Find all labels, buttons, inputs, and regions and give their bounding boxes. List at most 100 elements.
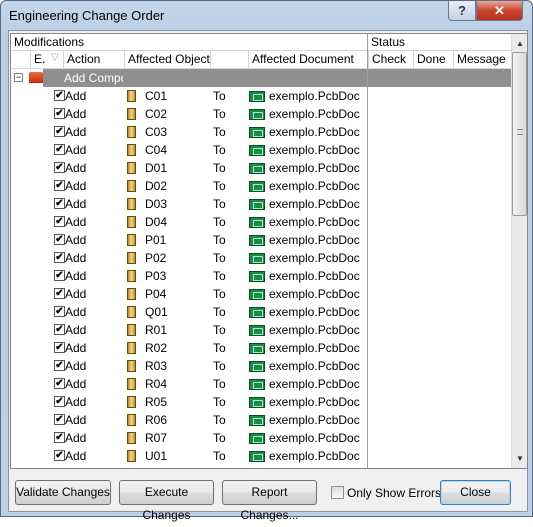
scrollbar-thumb[interactable] [512, 52, 527, 216]
sort-icon[interactable]: ▽ [51, 52, 59, 63]
enable-checkbox[interactable]: ✔ [54, 378, 65, 389]
action-cell: Add [65, 269, 87, 283]
table-row[interactable]: ✔ Add Q01 To exemplo.PcbDoc [11, 303, 511, 321]
only-show-errors-label: Only Show Errors [347, 486, 442, 500]
enable-checkbox[interactable]: ✔ [54, 90, 65, 101]
enable-checkbox[interactable]: ✔ [54, 108, 65, 119]
component-icon [127, 360, 136, 372]
document-cell: exemplo.PcbDoc [269, 287, 360, 301]
column-header-4[interactable]: Affected Document [248, 51, 367, 69]
relation-cell: To [213, 161, 226, 175]
action-cell: Add [65, 197, 87, 211]
relation-cell: To [213, 431, 226, 445]
dialog-client: Modifications Status E. Action Affected Ob… [8, 30, 528, 522]
table-row[interactable]: ✔ Add R01 To exemplo.PcbDoc [11, 321, 511, 339]
table-row[interactable]: ✔ Add C03 To exemplo.PcbDoc [11, 123, 511, 141]
pcb-document-icon [249, 217, 265, 228]
column-header-2[interactable]: Affected Object [124, 51, 210, 69]
table-row[interactable]: ✔ Add R04 To exemplo.PcbDoc [11, 375, 511, 393]
collapse-toggle[interactable]: − [14, 73, 23, 82]
relation-cell: To [213, 125, 226, 139]
scroll-up-arrow-icon[interactable]: ▲ [516, 39, 524, 48]
table-row[interactable]: ✔ Add P01 To exemplo.PcbDoc [11, 231, 511, 249]
execute-changes-button[interactable]: Execute Changes [119, 480, 214, 522]
only-show-errors-checkbox[interactable] [331, 486, 344, 499]
enable-checkbox[interactable]: ✔ [54, 162, 65, 173]
table-row[interactable]: ✔ Add C04 To exemplo.PcbDoc [11, 141, 511, 159]
table-row[interactable]: ✔ Add R06 To exemplo.PcbDoc [11, 411, 511, 429]
component-icon [127, 468, 136, 469]
enable-checkbox[interactable]: ✔ [54, 252, 65, 263]
column-header-3[interactable] [210, 51, 248, 69]
relation-cell: To [213, 449, 226, 463]
enable-checkbox[interactable]: ✔ [54, 288, 65, 299]
enable-checkbox[interactable]: ✔ [54, 180, 65, 191]
component-icon [127, 126, 136, 138]
pcb-document-icon [249, 361, 265, 372]
validate-changes-button[interactable]: Validate Changes [15, 480, 111, 505]
column-header-7[interactable]: Message [453, 51, 511, 69]
enable-checkbox[interactable]: ✔ [54, 396, 65, 407]
table-row[interactable]: ✔ Add P02 To exemplo.PcbDoc [11, 249, 511, 267]
component-icon [127, 90, 136, 102]
object-cell: U01 [145, 449, 168, 463]
enable-checkbox[interactable]: ✔ [54, 198, 65, 209]
pcb-document-icon [249, 325, 265, 336]
table-row[interactable]: ✔ Add C01 To exemplo.PcbDoc [11, 87, 511, 105]
help-button[interactable]: ? [448, 1, 476, 21]
enable-checkbox[interactable]: ✔ [54, 432, 65, 443]
enable-checkbox[interactable]: ✔ [54, 270, 65, 281]
table-row[interactable]: ✔ Add R05 To exemplo.PcbDoc [11, 393, 511, 411]
component-icon [127, 198, 136, 210]
object-cell: C01 [145, 89, 168, 103]
enable-checkbox[interactable]: ✔ [54, 126, 65, 137]
document-cell: exemplo.PcbDoc [269, 215, 360, 229]
table-row[interactable]: ✔ Add D04 To exemplo.PcbDoc [11, 213, 511, 231]
object-cell: D01 [145, 161, 168, 175]
table-row[interactable]: ✔ Add C02 To exemplo.PcbDoc [11, 105, 511, 123]
table-row[interactable]: ✔ Add D01 To exemplo.PcbDoc [11, 159, 511, 177]
object-cell: C02 [145, 107, 168, 121]
document-cell: exemplo.PcbDoc [269, 431, 360, 445]
column-header-1[interactable]: Action [63, 51, 124, 69]
table-row[interactable]: ✔ Add P04 To exemplo.PcbDoc [11, 285, 511, 303]
component-icon [127, 162, 136, 174]
enable-checkbox[interactable]: ✔ [54, 234, 65, 245]
column-header-5[interactable]: Check [368, 51, 413, 69]
report-changes-button[interactable]: Report Changes... [222, 480, 317, 522]
enable-checkbox[interactable]: ✔ [54, 342, 65, 353]
action-cell: Add [65, 143, 87, 157]
enable-checkbox[interactable]: ✔ [54, 216, 65, 227]
table-row[interactable]: ✔ Add R03 To exemplo.PcbDoc [11, 357, 511, 375]
folder-icon [29, 72, 43, 83]
pcb-document-icon [249, 343, 265, 354]
table-row[interactable]: ✔ Add R07 To exemplo.PcbDoc [11, 429, 511, 447]
table-row[interactable]: ✔ Add D02 To exemplo.PcbDoc [11, 177, 511, 195]
enable-checkbox[interactable]: ✔ [54, 414, 65, 425]
table-row[interactable]: ✔ Add P03 To exemplo.PcbDoc [11, 267, 511, 285]
enable-checkbox[interactable]: ✔ [54, 324, 65, 335]
enable-checkbox[interactable]: ✔ [54, 360, 65, 371]
window-title: Engineering Change Order [9, 8, 165, 23]
group-row[interactable]: − Add Components [11, 69, 511, 87]
document-cell: exemplo.PcbDoc [269, 233, 360, 247]
document-cell: exemplo.PcbDoc [269, 143, 360, 157]
relation-cell: To [213, 287, 226, 301]
enable-checkbox[interactable]: ✔ [54, 450, 65, 461]
table-row[interactable]: ✔ Add U02 To exemplo.PcbDoc [11, 465, 511, 469]
table-row[interactable]: ✔ Add D03 To exemplo.PcbDoc [11, 195, 511, 213]
pcb-document-icon [249, 379, 265, 390]
component-icon [127, 288, 136, 300]
pcb-document-icon [249, 163, 265, 174]
table-row[interactable]: ✔ Add R02 To exemplo.PcbDoc [11, 339, 511, 357]
column-header-6[interactable]: Done [413, 51, 453, 69]
enable-checkbox[interactable]: ✔ [54, 306, 65, 317]
component-icon [127, 432, 136, 444]
close-window-button[interactable]: ✕ [476, 1, 523, 21]
enable-checkbox[interactable]: ✔ [54, 144, 65, 155]
enable-checkbox[interactable]: ✔ [54, 468, 65, 469]
document-cell: exemplo.PcbDoc [269, 269, 360, 283]
scroll-down-arrow-icon[interactable]: ▼ [516, 454, 524, 463]
table-row[interactable]: ✔ Add U01 To exemplo.PcbDoc [11, 447, 511, 465]
close-button[interactable]: Close [440, 480, 511, 505]
